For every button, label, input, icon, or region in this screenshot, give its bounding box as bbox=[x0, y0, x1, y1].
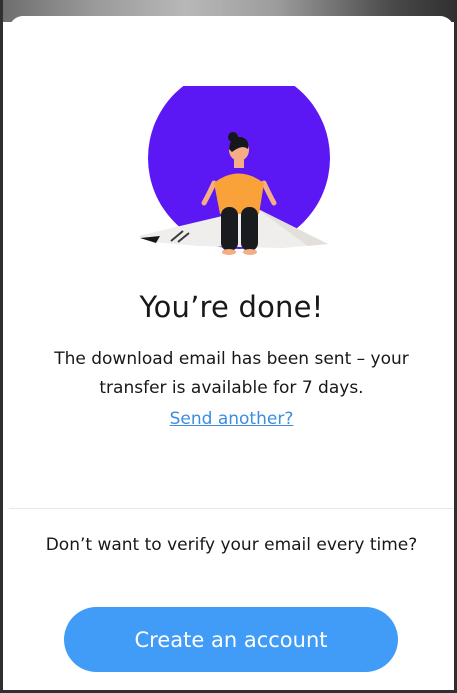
page-title: You’re done! bbox=[139, 290, 324, 324]
send-another-link[interactable]: Send another? bbox=[3, 409, 457, 429]
section-divider bbox=[9, 508, 454, 509]
window-frame: You’re done! The download email has been… bbox=[0, 0, 457, 693]
person-sitting-on-envelope-illustration bbox=[138, 67, 338, 266]
confirmation-message: The download email has been sent – your … bbox=[54, 349, 409, 398]
create-account-button[interactable]: Create an account bbox=[64, 607, 398, 672]
verify-prompt-text: Don’t want to verify your email every ti… bbox=[45, 535, 418, 555]
